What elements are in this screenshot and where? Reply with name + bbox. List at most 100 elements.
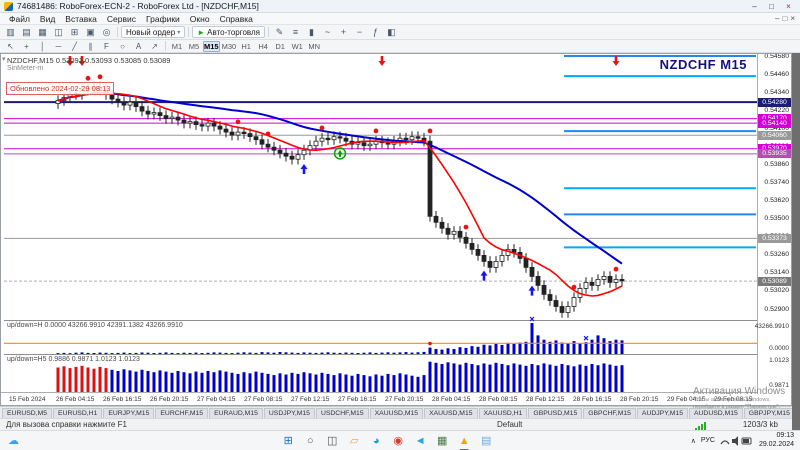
symbol-tab-audjpy-m15[interactable]: AUDJPY,M15 — [637, 408, 688, 418]
symbol-tab-eurchf-m15[interactable]: EURCHF,M15 — [155, 408, 208, 418]
tray-clock[interactable]: 09:13 29.02.2024 — [759, 432, 794, 449]
symbol-tab-eurusd-m5[interactable]: EURUSD,M5 — [2, 408, 52, 418]
line-chart-icon[interactable]: ~ — [320, 26, 335, 38]
edge-browser-icon[interactable]: ◕ — [369, 433, 384, 448]
histogram-bar-updown-h5 — [555, 366, 558, 392]
new-chart-icon[interactable]: ▥ — [3, 26, 18, 38]
period-button-h4[interactable]: H4 — [255, 41, 271, 52]
histogram-bar-updown-h5 — [231, 373, 234, 392]
vertical-line-icon[interactable]: │ — [35, 40, 50, 52]
minimize-button[interactable]: – — [747, 1, 762, 12]
trendline-icon[interactable]: ╱ — [67, 40, 82, 52]
text-icon[interactable]: A — [131, 40, 146, 52]
status-profile[interactable]: Default — [497, 420, 522, 429]
period-button-mn[interactable]: MN — [306, 41, 322, 52]
menu-item-графики[interactable]: Графики — [141, 14, 185, 24]
period-button-m5[interactable]: M5 — [186, 41, 202, 52]
maximize-button[interactable]: □ — [764, 1, 779, 12]
terminal-icon[interactable]: ▣ — [83, 26, 98, 38]
zoom-out-icon[interactable]: − — [352, 26, 367, 38]
metaeditor-icon[interactable]: ✎ — [272, 26, 287, 38]
symbol-tab-gbpjpy-m15[interactable]: GBPJPY,M15 — [744, 408, 792, 418]
symbol-tab-usdchf-m15[interactable]: USDCHF,M15 — [316, 408, 369, 418]
data-window-icon[interactable]: ◫ — [51, 26, 66, 38]
histogram-bar-updown-h — [339, 353, 342, 354]
chrome-browser-icon[interactable]: ◉ — [391, 433, 406, 448]
histogram-bar-updown-h — [87, 353, 90, 354]
calculator-icon[interactable]: ▦ — [435, 433, 450, 448]
candle-body — [158, 113, 162, 116]
symbol-tab-audusd-m15[interactable]: AUDUSD,M15 — [689, 408, 743, 418]
metatrader-icon[interactable]: ▲ — [457, 433, 472, 448]
zoom-in-icon[interactable]: + — [336, 26, 351, 38]
period-button-m30[interactable]: M30 — [221, 41, 238, 52]
new-order-button[interactable]: Новый ордер▾ — [121, 26, 185, 38]
histogram-bar-updown-h — [213, 352, 216, 354]
period-button-d1[interactable]: D1 — [272, 41, 288, 52]
search-icon[interactable]: ○ — [303, 433, 318, 448]
channel-icon[interactable]: ∥ — [83, 40, 98, 52]
symbol-tab-xauusd-h1[interactable]: XAUUSD,H1 — [479, 408, 528, 418]
tray-chevron-icon[interactable]: ∧ — [691, 437, 696, 445]
horizontal-line-icon[interactable]: ─ — [51, 40, 66, 52]
candlestick-chart-icon[interactable]: ▮ — [304, 26, 319, 38]
symbol-tab-gbpchf-m15[interactable]: GBPCHF,M15 — [583, 408, 636, 418]
autotrading-button[interactable]: ►Авто-торговля — [192, 26, 265, 38]
buy-signal-arrow — [481, 271, 488, 281]
strategy-tester-icon[interactable]: ◎ — [99, 26, 114, 38]
notepad-icon[interactable]: ▤ — [479, 433, 494, 448]
file-explorer-icon[interactable]: ▱ — [347, 433, 362, 448]
templates-icon[interactable]: ◧ — [384, 26, 399, 38]
period-button-m1[interactable]: M1 — [169, 41, 185, 52]
menu-item-справка[interactable]: Справка — [215, 14, 258, 24]
candle-body — [170, 117, 174, 119]
mdi-minimize-button[interactable]: – — [775, 14, 779, 23]
widgets-icon[interactable]: ☁ — [6, 433, 21, 448]
cursor-icon[interactable]: ↖ — [3, 40, 18, 52]
symbol-tab-eurjpy-m15[interactable]: EURJPY,M15 — [103, 408, 154, 418]
symbol-tab-eurusd-h1[interactable]: EURUSD,H1 — [53, 408, 102, 418]
menu-item-сервис[interactable]: Сервис — [102, 14, 141, 24]
histogram-bar-updown-h — [171, 353, 174, 354]
profiles-icon[interactable]: ▤ — [19, 26, 34, 38]
market-watch-icon[interactable]: ▦ — [35, 26, 50, 38]
symbol-tab-euraud-m15[interactable]: EURAUD,M15 — [209, 408, 263, 418]
shapes-icon[interactable]: ○ — [115, 40, 130, 52]
symbol-tab-usdjpy-m15[interactable]: USDJPY,M15 — [264, 408, 315, 418]
histogram-bar-updown-h5 — [183, 372, 186, 392]
menu-item-файл[interactable]: Файл — [4, 14, 35, 24]
telegram-icon[interactable]: ◄ — [413, 433, 428, 448]
menu-item-окно[interactable]: Окно — [185, 14, 215, 24]
symbol-tab-xauusd-m15[interactable]: XAUUSD,M15 — [370, 408, 423, 418]
candle-body — [440, 222, 444, 228]
price-scale[interactable]: 43266.9910 0.0000 1.0123 0.9871 0.545800… — [757, 54, 791, 392]
time-scale[interactable]: 15 Feb 202426 Feb 04:1526 Feb 16:1526 Fe… — [1, 392, 758, 406]
menu-item-вставка[interactable]: Вставка — [60, 14, 102, 24]
close-button[interactable]: × — [781, 1, 796, 12]
histogram-bar-updown-h — [459, 347, 462, 354]
period-button-w1[interactable]: W1 — [289, 41, 305, 52]
arrows-icon[interactable]: ↗ — [147, 40, 162, 52]
start-button[interactable]: ⊞ — [281, 433, 296, 448]
histogram-bar-updown-h5 — [387, 374, 390, 392]
sell-signal-dot — [614, 267, 619, 272]
wifi-icon[interactable] — [721, 441, 729, 444]
fibonacci-icon[interactable]: F — [99, 40, 114, 52]
indicators-icon[interactable]: ƒ — [368, 26, 383, 38]
navigator-icon[interactable]: ⊞ — [67, 26, 82, 38]
symbol-tab-gbpusd-m15[interactable]: GBPUSD,M15 — [528, 408, 582, 418]
crosshair-icon[interactable]: + — [19, 40, 34, 52]
task-view-icon[interactable]: ◫ — [325, 433, 340, 448]
symbol-tab-xauusd-m15[interactable]: XAUUSD,M15 — [424, 408, 477, 418]
language-indicator[interactable]: РУС — [701, 437, 715, 444]
menu-item-вид[interactable]: Вид — [35, 14, 60, 24]
period-button-h1[interactable]: H1 — [238, 41, 254, 52]
histogram-bar-updown-h5 — [123, 369, 126, 392]
bar-chart-icon[interactable]: ≡ — [288, 26, 303, 38]
one-click-trading-toggle[interactable]: ▾ — [2, 55, 6, 63]
mdi-restore-button[interactable]: □ — [782, 14, 787, 23]
period-button-m15[interactable]: M15 — [203, 41, 220, 52]
tray-system-icons[interactable] — [720, 435, 754, 447]
volume-icon[interactable] — [732, 436, 738, 446]
mdi-close-button[interactable]: × — [790, 14, 795, 23]
